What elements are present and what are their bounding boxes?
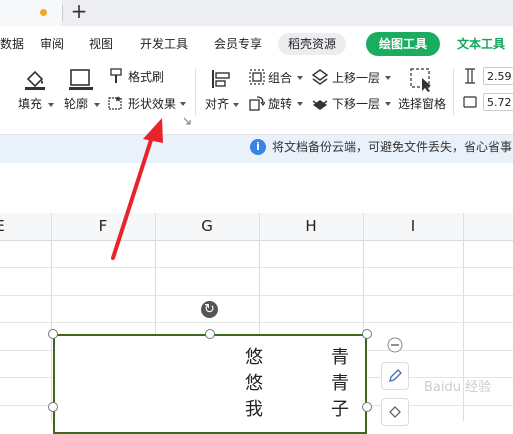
annotation-arrow <box>111 118 163 260</box>
